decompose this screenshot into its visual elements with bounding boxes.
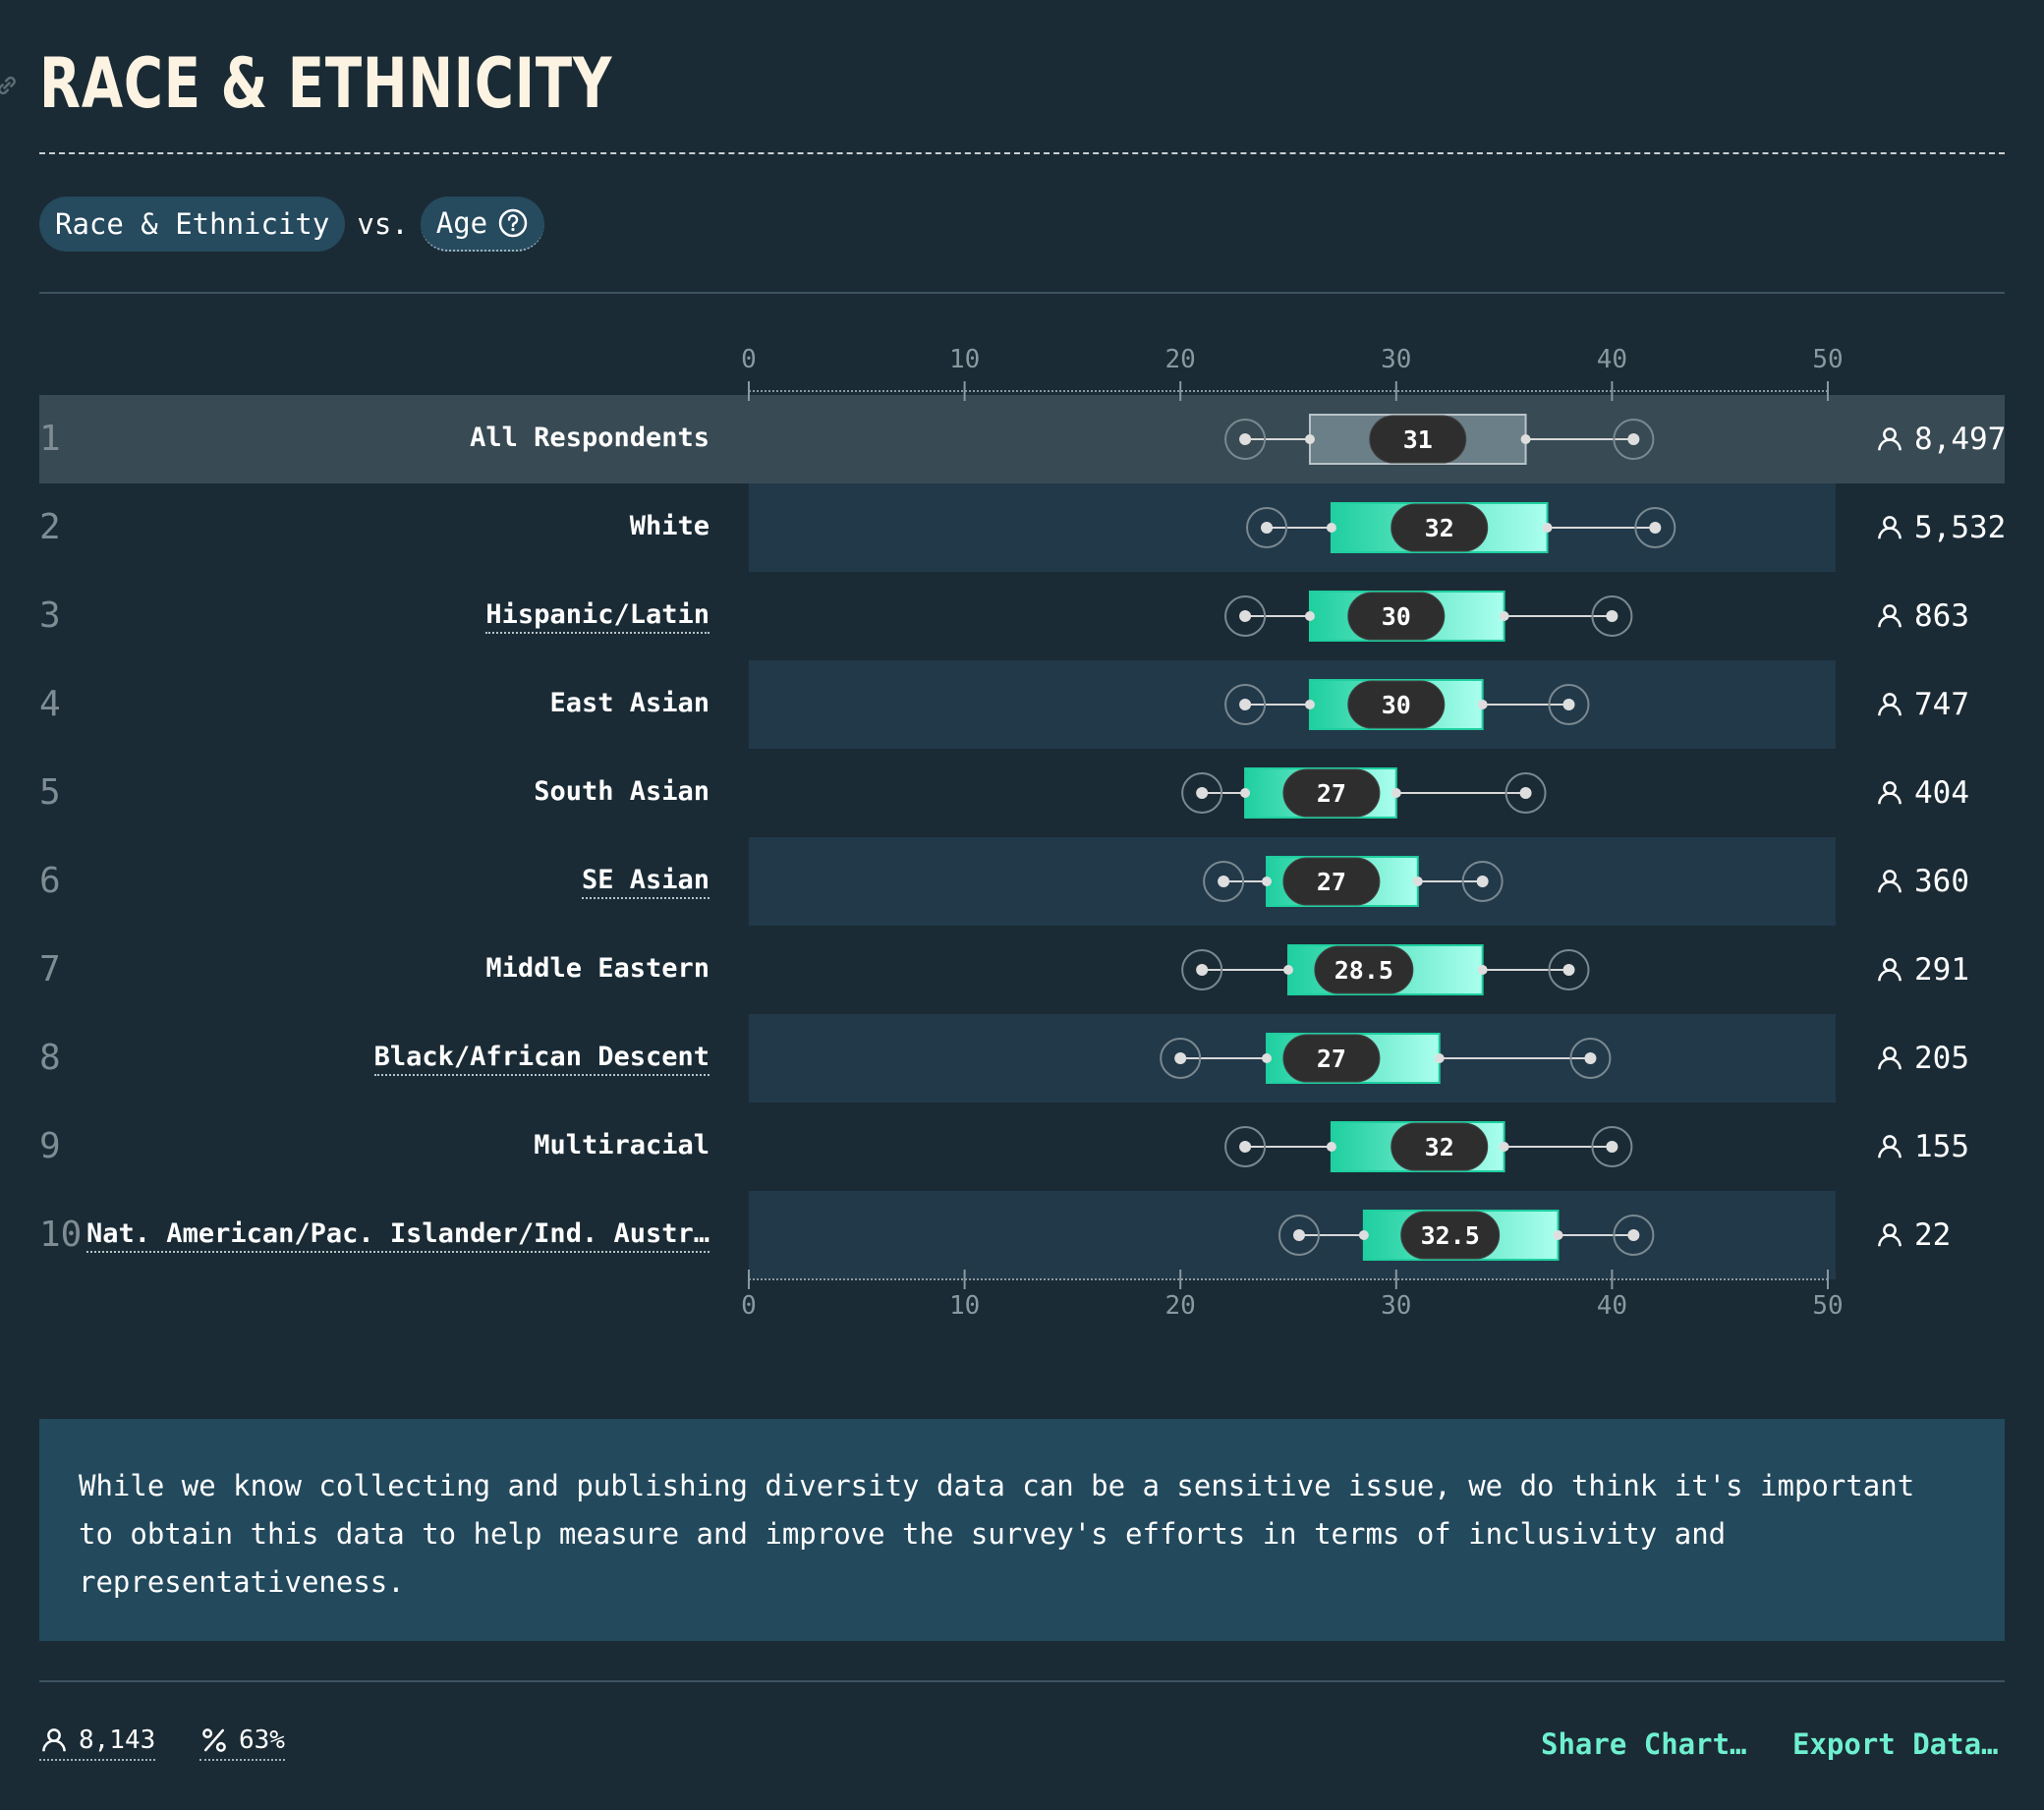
boxplot-row: 32	[1246, 502, 1676, 553]
whisker-end-dot	[1261, 522, 1274, 534]
secondary-variable-label: Age	[435, 206, 488, 240]
percent-stat[interactable]: 63%	[199, 1725, 285, 1761]
boxplot-row: 28.5	[1181, 944, 1590, 995]
export-data-link[interactable]: Export Data…	[1792, 1727, 1999, 1761]
median-label: 31	[1403, 425, 1433, 454]
whisker-end-dot	[1292, 1229, 1305, 1241]
quartile-dot	[1304, 611, 1315, 621]
footer-divider	[39, 1680, 2005, 1682]
whisker-end-dot	[1174, 1052, 1187, 1064]
quartile-dot	[1499, 611, 1509, 621]
whisker-end-dot	[1476, 876, 1489, 887]
median-label: 32	[1425, 1133, 1454, 1161]
share-chart-link[interactable]: Share Chart…	[1541, 1727, 1747, 1761]
median-label: 27	[1317, 868, 1346, 896]
respondents-stat[interactable]: 8,143	[39, 1725, 156, 1761]
boxplot-row: 30	[1224, 679, 1590, 730]
link-icon[interactable]	[0, 71, 22, 100]
median-label: 32	[1425, 514, 1454, 542]
median-label: 27	[1317, 779, 1346, 808]
quartile-dot	[1391, 788, 1401, 798]
person-icon	[42, 1728, 66, 1752]
whisker-end-dot	[1627, 433, 1640, 445]
quartile-dot	[1283, 965, 1293, 975]
secondary-variable-chip[interactable]: Age	[420, 197, 545, 252]
boxplot-row: 27	[1203, 856, 1504, 907]
quartile-dot	[1520, 434, 1531, 444]
whisker-end-dot	[1562, 964, 1575, 976]
boxplot-row: 31	[1224, 414, 1655, 465]
quartile-dot	[1304, 434, 1315, 444]
vs-label: vs.	[357, 207, 409, 241]
quartile-dot	[1358, 1230, 1369, 1240]
quartile-dot	[1412, 877, 1423, 886]
whisker-end-dot	[1239, 699, 1252, 710]
percent-icon	[202, 1728, 226, 1752]
note-box: While we know collecting and publishing …	[39, 1419, 2005, 1641]
whisker-end-dot	[1239, 610, 1252, 622]
quartile-dot	[1262, 877, 1273, 886]
quartile-dot	[1477, 700, 1488, 709]
quartile-dot	[1434, 1053, 1445, 1063]
quartile-dot	[1326, 1142, 1336, 1152]
boxplot-chart: 0 10 20 30 40 50 0 10 20 30 40 50 1 All Respondents 8,…	[0, 334, 2044, 1336]
respondents-value: 8,143	[79, 1725, 156, 1755]
page-title: RACE & ETHNICITY	[39, 43, 613, 124]
whisker-end-dot	[1519, 787, 1532, 799]
quartile-dot	[1240, 788, 1251, 798]
percent-value: 63%	[239, 1725, 285, 1755]
variable-selector: Race & Ethnicity vs. Age	[39, 197, 545, 252]
boxplot-row: 27	[1160, 1033, 1612, 1084]
primary-variable-chip[interactable]: Race & Ethnicity	[39, 197, 346, 252]
median-label: 30	[1382, 602, 1411, 631]
quartile-dot	[1326, 523, 1336, 533]
quartile-dot	[1542, 523, 1553, 533]
quartile-dot	[1262, 1053, 1273, 1063]
boxplot-row: 27	[1181, 767, 1547, 819]
whisker-end-dot	[1606, 610, 1618, 622]
header-divider	[39, 292, 2005, 294]
whisker-end-dot	[1239, 1141, 1252, 1153]
note-text: While we know collecting and publishing …	[79, 1469, 1915, 1599]
whisker-end-dot	[1584, 1052, 1597, 1064]
median-label: 28.5	[1334, 956, 1393, 985]
primary-variable-label: Race & Ethnicity	[55, 207, 330, 241]
whisker-end-dot	[1196, 964, 1209, 976]
boxplot-svg: 31 32 30 30 27 27 28.5 27 32 32.5	[748, 381, 1829, 1289]
median-label: 32.5	[1421, 1221, 1480, 1250]
quartile-dot	[1553, 1230, 1563, 1240]
whisker-end-dot	[1562, 699, 1575, 710]
whisker-end-dot	[1218, 876, 1230, 887]
whisker-end-dot	[1239, 433, 1252, 445]
boxplot-row: 32	[1224, 1121, 1633, 1172]
quartile-dot	[1477, 965, 1488, 975]
boxplot-row: 30	[1224, 591, 1633, 642]
whisker-end-dot	[1627, 1229, 1640, 1241]
quartile-dot	[1499, 1142, 1509, 1152]
boxplot-row: 32.5	[1278, 1210, 1655, 1261]
whisker-end-dot	[1196, 787, 1209, 799]
whisker-end-dot	[1649, 522, 1662, 534]
whisker-end-dot	[1606, 1141, 1618, 1153]
quartile-dot	[1304, 700, 1315, 709]
median-label: 27	[1317, 1045, 1346, 1073]
question-circle-icon[interactable]	[497, 207, 529, 239]
median-label: 30	[1382, 691, 1411, 719]
title-divider	[39, 152, 2005, 154]
